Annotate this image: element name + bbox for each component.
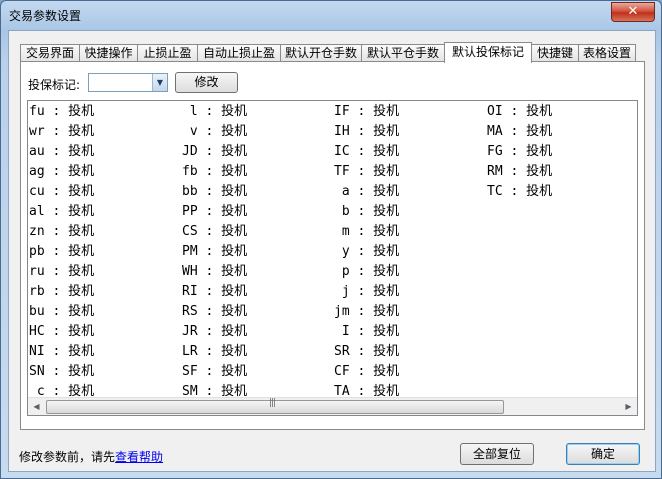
list-item[interactable]: FG : 投机 <box>487 142 552 162</box>
tab-shortcut-keys[interactable]: 快捷键 <box>531 44 579 62</box>
tab-default-hedge-flag[interactable]: 默认投保标记 <box>444 42 532 63</box>
scrollbar-thumb[interactable]: ||| <box>46 398 504 414</box>
list-item[interactable]: JR : 投机 <box>182 322 247 342</box>
list-item[interactable]: IH : 投机 <box>334 122 399 142</box>
list-item[interactable]: I : 投机 <box>334 322 399 342</box>
list-item[interactable]: fb : 投机 <box>182 162 247 182</box>
list-item[interactable]: PP : 投机 <box>182 202 247 222</box>
list-item[interactable]: ru : 投机 <box>29 262 94 282</box>
list-item[interactable]: SR : 投机 <box>334 342 399 362</box>
scroll-right-icon[interactable]: ▶ <box>620 398 637 415</box>
list-item[interactable]: pb : 投机 <box>29 242 94 262</box>
hedge-flag-panel: 投保标记: ▼ 修改 fu : 投机 wr : 投机 au : 投机 ag : 投机 c… <box>20 61 645 430</box>
list-item[interactable]: RS : 投机 <box>182 302 247 322</box>
list-item[interactable]: HC : 投机 <box>29 322 94 342</box>
list-item[interactable]: au : 投机 <box>29 142 94 162</box>
list-item[interactable]: m : 投机 <box>334 222 399 242</box>
reset-all-button[interactable]: 全部复位 <box>460 443 534 465</box>
list-item[interactable]: SF : 投机 <box>182 362 247 382</box>
list-item[interactable]: TC : 投机 <box>487 182 552 202</box>
dialog-body: 交易界面 快捷操作 止损止盈 自动止损止盈 默认开仓手数 默认平仓手数 默认投保… <box>8 30 656 472</box>
list-column: OI : 投机 MA : 投机 FG : 投机 RM : 投机 TC : 投机 <box>487 102 552 202</box>
tab-trade-interface[interactable]: 交易界面 <box>20 44 80 62</box>
list-item[interactable]: zn : 投机 <box>29 222 94 242</box>
tab-auto-stop-loss-profit[interactable]: 自动止损止盈 <box>197 44 281 62</box>
list-item[interactable]: j : 投机 <box>334 282 399 302</box>
horizontal-scrollbar[interactable]: ◀ ||| ▶ <box>28 397 637 415</box>
list-item[interactable]: LR : 投机 <box>182 342 247 362</box>
modify-button[interactable]: 修改 <box>175 72 238 93</box>
list-item[interactable]: ag : 投机 <box>29 162 94 182</box>
footer-hint-text: 修改参数前，请先 <box>19 450 116 464</box>
close-button[interactable]: ✕ <box>611 2 655 22</box>
list-item[interactable]: fu : 投机 <box>29 102 94 122</box>
list-column: l : 投机 v : 投机 JD : 投机 fb : 投机 bb : 投机 PP : 投… <box>182 102 247 402</box>
list-item[interactable]: CF : 投机 <box>334 362 399 382</box>
tab-default-close-lots[interactable]: 默认平仓手数 <box>361 44 445 62</box>
list-item[interactable]: bb : 投机 <box>182 182 247 202</box>
list-item[interactable]: jm : 投机 <box>334 302 399 322</box>
grip-icon: ||| <box>269 398 276 408</box>
title-bar[interactable]: 交易参数设置 ✕ <box>1 1 661 27</box>
tab-quick-operation[interactable]: 快捷操作 <box>79 44 138 62</box>
list-item[interactable]: WH : 投机 <box>182 262 247 282</box>
list-item[interactable]: NI : 投机 <box>29 342 94 362</box>
settings-window: 交易参数设置 ✕ 交易界面 快捷操作 止损止盈 自动止损止盈 默认开仓手数 默认… <box>0 0 662 479</box>
close-icon: ✕ <box>627 4 639 19</box>
list-item[interactable]: bu : 投机 <box>29 302 94 322</box>
list-item[interactable]: l : 投机 <box>182 102 247 122</box>
list-item[interactable]: cu : 投机 <box>29 182 94 202</box>
list-item[interactable]: MA : 投机 <box>487 122 552 142</box>
list-item[interactable]: RI : 投机 <box>182 282 247 302</box>
tab-default-open-lots[interactable]: 默认开仓手数 <box>280 44 362 62</box>
list-item[interactable]: wr : 投机 <box>29 122 94 142</box>
list-item[interactable]: IF : 投机 <box>334 102 399 122</box>
list-item[interactable]: PM : 投机 <box>182 242 247 262</box>
list-item[interactable]: TF : 投机 <box>334 162 399 182</box>
window-title: 交易参数设置 <box>9 9 82 23</box>
list-column: IF : 投机 IH : 投机 IC : 投机 TF : 投机 a : 投机 b : … <box>334 102 399 402</box>
list-item[interactable]: b : 投机 <box>334 202 399 222</box>
contract-hedge-list[interactable]: fu : 投机 wr : 投机 au : 投机 ag : 投机 cu : 投机 al : … <box>27 100 638 416</box>
tab-stop-loss-profit[interactable]: 止损止盈 <box>137 44 198 62</box>
list-item[interactable]: a : 投机 <box>334 182 399 202</box>
list-item[interactable]: al : 投机 <box>29 202 94 222</box>
list-item[interactable]: y : 投机 <box>334 242 399 262</box>
list-column: fu : 投机 wr : 投机 au : 投机 ag : 投机 cu : 投机 al : … <box>29 102 94 402</box>
tab-table-settings[interactable]: 表格设置 <box>578 44 636 62</box>
chevron-down-icon[interactable]: ▼ <box>152 74 167 91</box>
list-item[interactable]: JD : 投机 <box>182 142 247 162</box>
ok-button[interactable]: 确定 <box>566 443 640 465</box>
scroll-left-icon[interactable]: ◀ <box>28 398 45 415</box>
list-item[interactable]: rb : 投机 <box>29 282 94 302</box>
list-item[interactable]: v : 投机 <box>182 122 247 142</box>
hedge-flag-select[interactable]: ▼ <box>88 73 168 92</box>
list-item[interactable]: OI : 投机 <box>487 102 552 122</box>
list-item[interactable]: CS : 投机 <box>182 222 247 242</box>
list-item[interactable]: IC : 投机 <box>334 142 399 162</box>
list-item[interactable]: SN : 投机 <box>29 362 94 382</box>
hedge-flag-label: 投保标记: <box>28 78 81 92</box>
list-item[interactable]: p : 投机 <box>334 262 399 282</box>
footer-hint: 修改参数前，请先查看帮助 <box>19 448 163 465</box>
list-item[interactable]: RM : 投机 <box>487 162 552 182</box>
view-help-link[interactable]: 查看帮助 <box>115 450 163 464</box>
